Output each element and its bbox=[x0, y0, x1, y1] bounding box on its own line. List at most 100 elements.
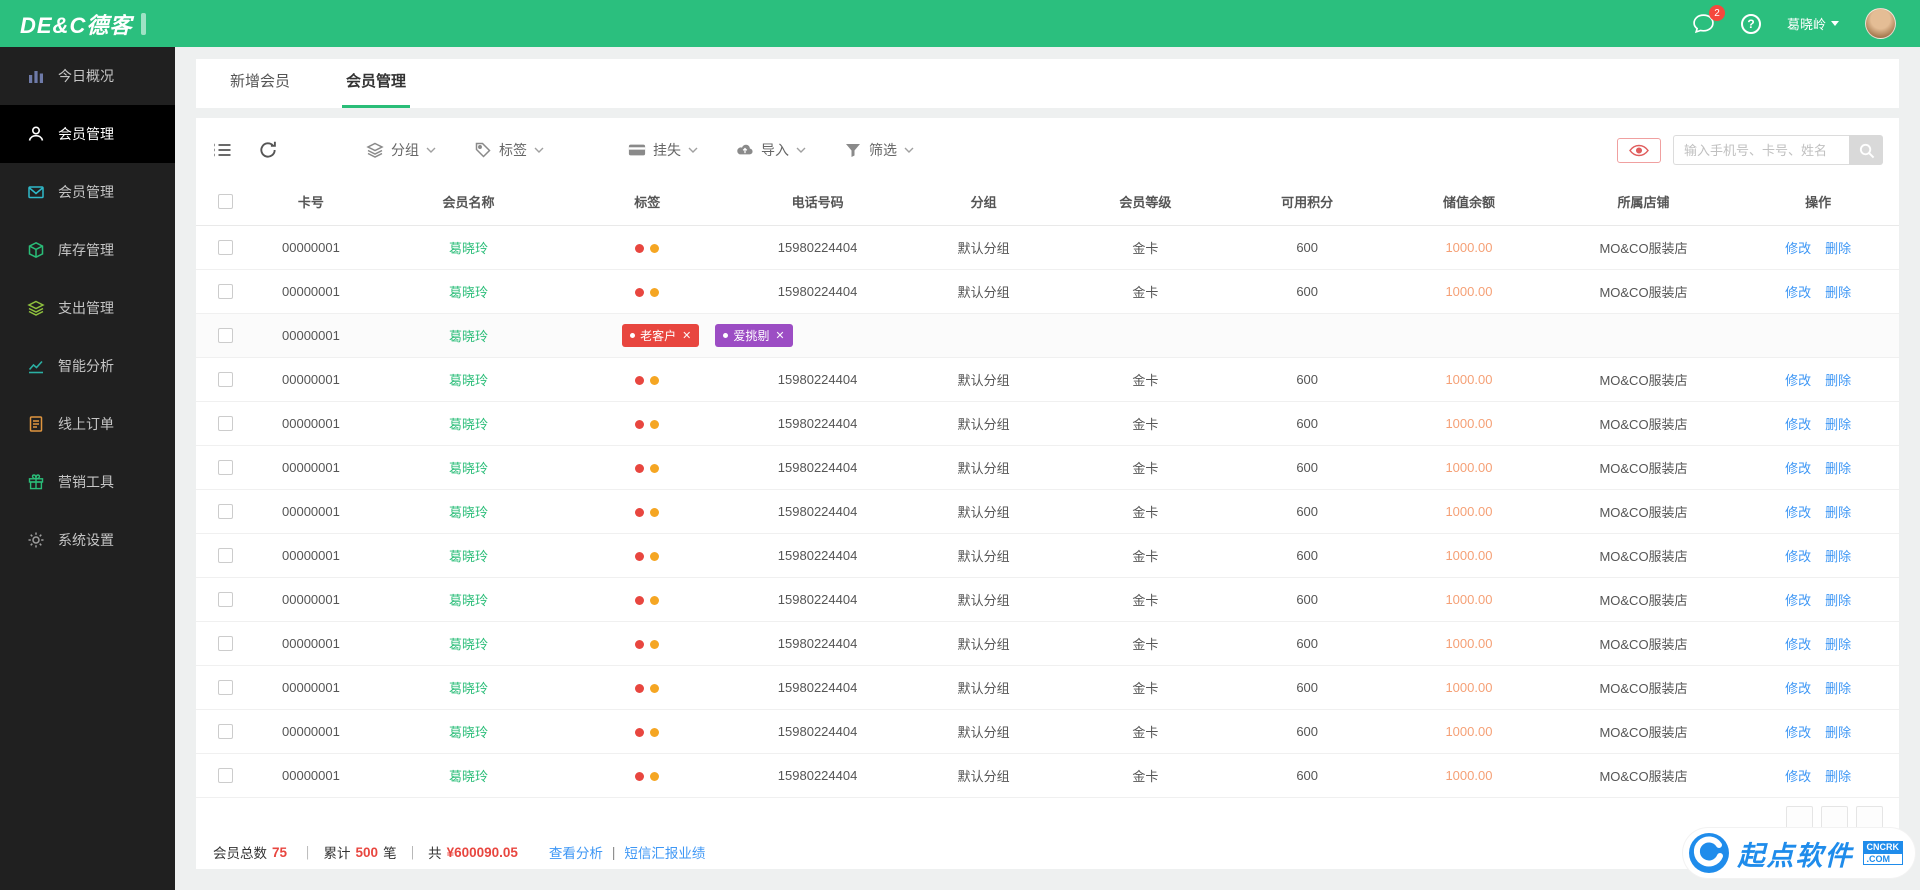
pagination-box-3[interactable] bbox=[1856, 806, 1883, 829]
tag-chip[interactable]: 爱挑剔 ✕ bbox=[715, 324, 793, 347]
member-name[interactable]: 葛晓玲 bbox=[449, 373, 488, 388]
member-name[interactable]: 葛晓玲 bbox=[449, 285, 488, 300]
sidebar-item-8[interactable]: 营销工具 bbox=[0, 453, 175, 511]
sum-label: 共 bbox=[428, 846, 442, 861]
member-name[interactable]: 葛晓玲 bbox=[449, 241, 488, 256]
row-checkbox[interactable] bbox=[218, 592, 233, 607]
refresh-button[interactable] bbox=[258, 140, 278, 160]
messages-button[interactable]: 2 bbox=[1692, 5, 1725, 34]
row-checkbox[interactable] bbox=[218, 724, 233, 739]
tab-2[interactable]: 会员管理 bbox=[342, 59, 411, 108]
pagination-box-2[interactable] bbox=[1821, 806, 1848, 829]
dropdown-4[interactable]: 导入 bbox=[736, 140, 806, 160]
tab-1[interactable]: 新增会员 bbox=[226, 59, 294, 108]
delete-link[interactable]: 删除 bbox=[1825, 681, 1851, 696]
list-view-button[interactable] bbox=[212, 140, 232, 160]
edit-link[interactable]: 修改 bbox=[1785, 241, 1811, 256]
search-button[interactable] bbox=[1849, 135, 1883, 165]
table-header-row: 卡号 会员名称 标签 电话号码 分组 会员等级 可用积分 储值余额 所属店铺 操作 bbox=[196, 180, 1899, 226]
sidebar-item-5[interactable]: 支出管理 bbox=[0, 279, 175, 337]
column-header: 操作 bbox=[1737, 180, 1899, 226]
edit-link[interactable]: 修改 bbox=[1785, 373, 1811, 388]
edit-link[interactable]: 修改 bbox=[1785, 637, 1811, 652]
sidebar-item-1[interactable]: 今日概况 bbox=[0, 47, 175, 105]
edit-link[interactable]: 修改 bbox=[1785, 681, 1811, 696]
row-checkbox[interactable] bbox=[218, 504, 233, 519]
member-name[interactable]: 葛晓玲 bbox=[449, 593, 488, 608]
delete-link[interactable]: 删除 bbox=[1825, 637, 1851, 652]
balance: 1000.00 bbox=[1388, 357, 1550, 402]
store: MO&CO服装店 bbox=[1549, 753, 1738, 798]
edit-link[interactable]: 修改 bbox=[1785, 725, 1811, 740]
member-name[interactable]: 葛晓玲 bbox=[449, 725, 488, 740]
delete-link[interactable]: 删除 bbox=[1825, 549, 1851, 564]
sidebar-item-7[interactable]: 线上订单 bbox=[0, 395, 175, 453]
search-input[interactable] bbox=[1673, 135, 1849, 165]
delete-link[interactable]: 删除 bbox=[1825, 373, 1851, 388]
dropdown-3[interactable]: 挂失 bbox=[628, 140, 698, 160]
help-button[interactable]: ? bbox=[1740, 13, 1761, 34]
edit-link[interactable]: 修改 bbox=[1785, 461, 1811, 476]
delete-link[interactable]: 删除 bbox=[1825, 285, 1851, 300]
row-checkbox[interactable] bbox=[218, 328, 233, 343]
sms-report-link[interactable]: 短信汇报业绩 bbox=[624, 842, 705, 862]
logo-accent-bar bbox=[141, 12, 147, 35]
member-name[interactable]: 葛晓玲 bbox=[449, 769, 488, 784]
row-checkbox[interactable] bbox=[218, 548, 233, 563]
remove-tag-icon[interactable]: ✕ bbox=[682, 329, 691, 342]
dropdown-2[interactable]: 标签 bbox=[474, 140, 544, 160]
store: MO&CO服装店 bbox=[1549, 225, 1738, 270]
member-name[interactable]: 葛晓玲 bbox=[449, 329, 488, 344]
dropdown-1[interactable]: 分组 bbox=[366, 140, 436, 160]
view-analysis-link[interactable]: 查看分析 bbox=[549, 842, 603, 862]
pagination-box-1[interactable] bbox=[1786, 806, 1813, 829]
tag-dot-icon bbox=[635, 244, 645, 254]
member-name[interactable]: 葛晓玲 bbox=[449, 417, 488, 432]
row-checkbox[interactable] bbox=[218, 372, 233, 387]
delete-link[interactable]: 删除 bbox=[1825, 725, 1851, 740]
select-all-checkbox[interactable] bbox=[218, 194, 233, 209]
delete-link[interactable]: 删除 bbox=[1825, 241, 1851, 256]
member-name[interactable]: 葛晓玲 bbox=[449, 461, 488, 476]
member-name[interactable]: 葛晓玲 bbox=[449, 505, 488, 520]
dropdown-5[interactable]: 筛选 bbox=[844, 140, 914, 160]
sidebar-item-6[interactable]: 智能分析 bbox=[0, 337, 175, 395]
toggle-visibility-button[interactable] bbox=[1617, 137, 1661, 163]
member-name[interactable]: 葛晓玲 bbox=[449, 681, 488, 696]
tag-dot-icon bbox=[650, 684, 660, 694]
delete-link[interactable]: 删除 bbox=[1825, 461, 1851, 476]
row-checkbox[interactable] bbox=[218, 416, 233, 431]
delete-link[interactable]: 删除 bbox=[1825, 505, 1851, 520]
avatar[interactable] bbox=[1865, 8, 1896, 39]
delete-link[interactable]: 删除 bbox=[1825, 593, 1851, 608]
sidebar-item-4[interactable]: 库存管理 bbox=[0, 221, 175, 279]
member-name[interactable]: 葛晓玲 bbox=[449, 549, 488, 564]
sidebar-item-3[interactable]: 会员管理 bbox=[0, 163, 175, 221]
tag-dot-icon bbox=[635, 596, 645, 606]
row-checkbox[interactable] bbox=[218, 768, 233, 783]
row-checkbox[interactable] bbox=[218, 284, 233, 299]
filter-icon bbox=[844, 141, 862, 159]
remove-tag-icon[interactable]: ✕ bbox=[775, 329, 784, 342]
row-checkbox[interactable] bbox=[218, 680, 233, 695]
column-header: 储值余额 bbox=[1388, 180, 1550, 226]
edit-link[interactable]: 修改 bbox=[1785, 769, 1811, 784]
sidebar-item-2[interactable]: 会员管理 bbox=[0, 105, 175, 163]
tag-chip[interactable]: 老客户 ✕ bbox=[622, 324, 700, 347]
card-number: 00000001 bbox=[247, 621, 375, 666]
user-menu[interactable]: 葛晓岭 bbox=[1787, 14, 1839, 33]
edit-link[interactable]: 修改 bbox=[1785, 549, 1811, 564]
edit-link[interactable]: 修改 bbox=[1785, 285, 1811, 300]
sidebar-item-9[interactable]: 系统设置 bbox=[0, 511, 175, 569]
delete-link[interactable]: 删除 bbox=[1825, 769, 1851, 784]
edit-link[interactable]: 修改 bbox=[1785, 505, 1811, 520]
row-checkbox[interactable] bbox=[218, 636, 233, 651]
member-name[interactable]: 葛晓玲 bbox=[449, 637, 488, 652]
tags-cell bbox=[562, 709, 733, 754]
delete-link[interactable]: 删除 bbox=[1825, 417, 1851, 432]
edit-link[interactable]: 修改 bbox=[1785, 593, 1811, 608]
row-checkbox[interactable] bbox=[218, 460, 233, 475]
tag-dot-icon bbox=[650, 552, 660, 562]
edit-link[interactable]: 修改 bbox=[1785, 417, 1811, 432]
row-checkbox[interactable] bbox=[218, 240, 233, 255]
